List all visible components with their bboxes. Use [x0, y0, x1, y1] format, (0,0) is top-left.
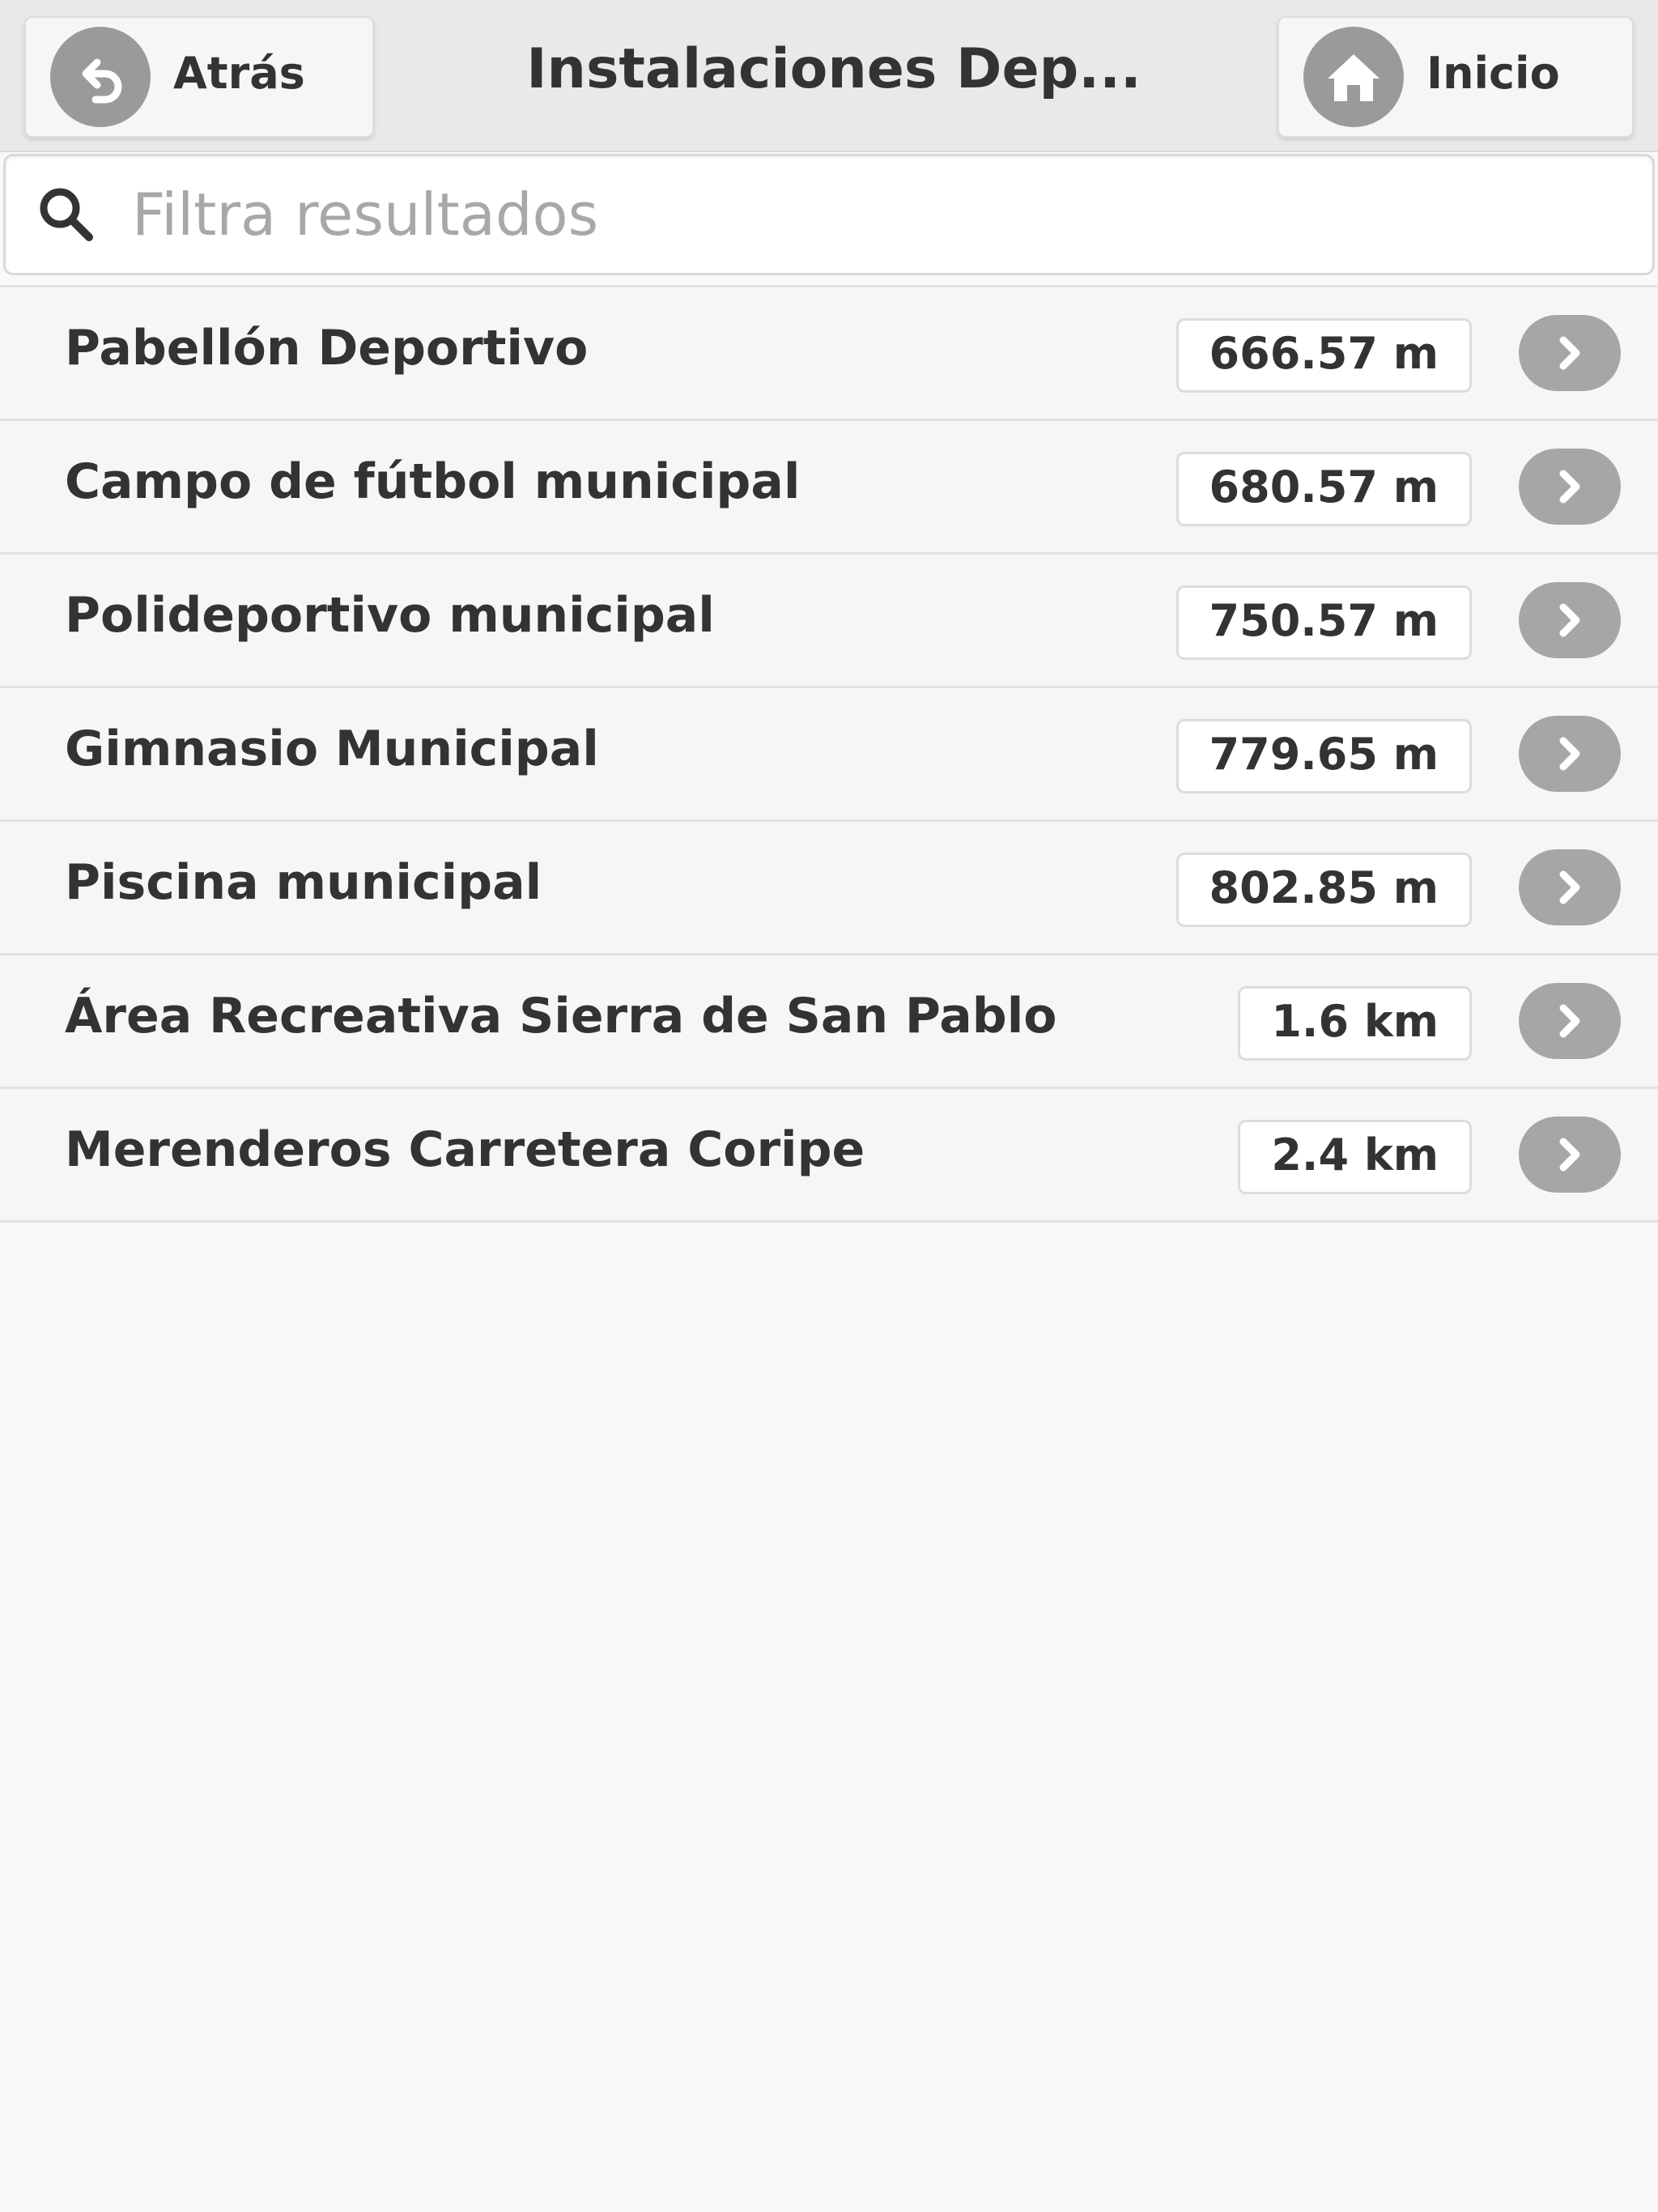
chevron-right-icon: [1519, 1117, 1621, 1193]
home-button-label: Inicio: [1426, 47, 1560, 99]
distance-badge: 680.57 m: [1175, 452, 1472, 526]
chevron-right-icon: [1519, 315, 1621, 391]
search-icon: [30, 178, 103, 251]
distance-badge: 1.6 km: [1238, 986, 1472, 1061]
list-item-label: Campo de fútbol municipal: [65, 453, 801, 510]
list-item[interactable]: Campo de fútbol municipal 680.57 m: [0, 421, 1658, 555]
list-item[interactable]: Polideportivo municipal 750.57 m: [0, 555, 1658, 688]
home-icon: [1303, 27, 1404, 127]
back-button-label: Atrás: [173, 47, 305, 99]
chevron-right-icon: [1519, 582, 1621, 658]
list-item[interactable]: Piscina municipal 802.85 m: [0, 822, 1658, 955]
search-input[interactable]: [132, 166, 1652, 263]
list-item[interactable]: Pabellón Deportivo 666.57 m: [0, 287, 1658, 421]
chevron-right-icon: [1519, 716, 1621, 792]
header-bar: Atrás Instalaciones Dep... Inicio: [0, 0, 1658, 152]
results-list: Pabellón Deportivo 666.57 m Campo de fút…: [0, 285, 1658, 1223]
list-item-label: Gimnasio Municipal: [65, 721, 599, 777]
chevron-right-icon: [1519, 449, 1621, 525]
home-button[interactable]: Inicio: [1278, 16, 1634, 138]
list-item[interactable]: Merenderos Carretera Coripe 2.4 km: [0, 1089, 1658, 1223]
search-bar: [3, 154, 1655, 275]
list-item-label: Polideportivo municipal: [65, 587, 715, 644]
distance-badge: 2.4 km: [1238, 1120, 1472, 1194]
list-item[interactable]: Área Recreativa Sierra de San Pablo 1.6 …: [0, 955, 1658, 1089]
list-item-label: Merenderos Carretera Coripe: [65, 1121, 865, 1178]
list-item-label: Piscina municipal: [65, 854, 542, 911]
list-item-label: Pabellón Deportivo: [65, 320, 589, 376]
page-title: Instalaciones Dep...: [526, 37, 1141, 101]
list-item-label: Área Recreativa Sierra de San Pablo: [65, 988, 1057, 1044]
distance-badge: 779.65 m: [1175, 719, 1472, 793]
back-button[interactable]: Atrás: [24, 16, 374, 138]
list-item[interactable]: Gimnasio Municipal 779.65 m: [0, 688, 1658, 822]
distance-badge: 666.57 m: [1175, 318, 1472, 393]
distance-badge: 802.85 m: [1175, 853, 1472, 927]
back-arrow-icon: [50, 27, 151, 127]
chevron-right-icon: [1519, 983, 1621, 1059]
distance-badge: 750.57 m: [1175, 585, 1472, 660]
chevron-right-icon: [1519, 849, 1621, 925]
